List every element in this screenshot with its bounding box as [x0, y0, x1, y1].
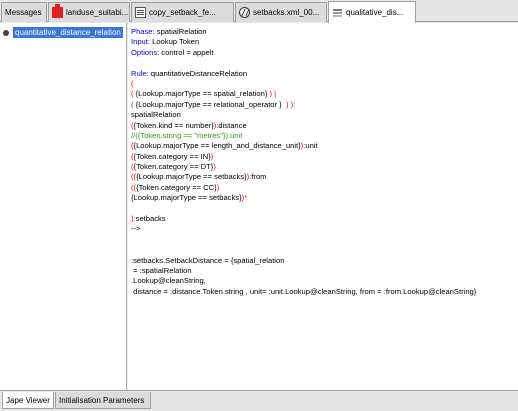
- tab-label: Messages: [5, 8, 42, 17]
- code-token: Phase:: [131, 27, 157, 36]
- code-line: Phase: spatialRelation: [131, 27, 476, 37]
- code-token: {Token.category == CC}: [136, 182, 217, 192]
- code-line: .Lookup@cleanString,: [131, 276, 476, 286]
- code-line: Input: Lookup Token: [131, 37, 476, 47]
- code-token: Options:: [131, 47, 162, 57]
- code-token: {Lookup.majorType == setbacks}: [131, 193, 242, 203]
- code-line: distance = :distance.Token.string , unit…: [131, 287, 476, 297]
- jape-code-view[interactable]: Phase: spatialRelation Input: Lookup Toke…: [128, 23, 518, 390]
- tab-messages[interactable]: Messages: [1, 2, 47, 22]
- code-line: :setbacks.SetbackDistance = {spatial_rel…: [131, 256, 476, 266]
- jape-icon: [332, 7, 343, 18]
- tab-jape-viewer[interactable]: Jape Viewer: [2, 392, 54, 409]
- code-line: //({Token.string == "metres"}):unit: [131, 131, 476, 141]
- tab-label: Jape Viewer: [6, 395, 50, 405]
- code-token: Rule:: [131, 68, 151, 78]
- code-token: {Token.category == IN}: [133, 151, 211, 161]
- code-line: (({Token.category == CC}): [131, 183, 476, 193]
- code-token: Lookup Token: [152, 37, 200, 47]
- code-line: (: [131, 79, 476, 89]
- document-icon: [135, 7, 146, 18]
- code-token: //({Token.string == "metres"}):unit: [131, 130, 243, 140]
- tab-label: setbacks.xml_00...: [253, 8, 320, 17]
- code-token: ) |: [267, 89, 277, 99]
- code-token: ): [210, 151, 214, 161]
- code-line: = :spatialRelation: [131, 266, 476, 276]
- code-text: Phase: spatialRelation Input: Lookup Toke…: [131, 27, 476, 297]
- code-token: quantitativeDistanceRelation: [150, 68, 248, 78]
- tree-item-label: quantitative_distance_relation: [13, 27, 123, 38]
- code-line: ):setbacks: [131, 214, 476, 224]
- tab-setbacks-xml[interactable]: setbacks.xml_00...: [235, 2, 327, 22]
- code-line: Options: control = appelt: [131, 48, 476, 58]
- code-line: Rule: quantitativeDistanceRelation: [131, 69, 476, 79]
- xml-icon: [239, 7, 250, 18]
- code-token: {Token.category == DT}: [133, 162, 214, 172]
- code-token: -->: [131, 224, 141, 234]
- tab-copy-setback[interactable]: copy_setback_fe...: [131, 2, 234, 22]
- code-token: control = appelt: [161, 47, 214, 57]
- tab-label: copy_setback_fe...: [149, 8, 216, 17]
- code-line: spatialRelation: [131, 110, 476, 120]
- code-token: :setbacks.SetbackDistance = {spatial_rel…: [131, 255, 285, 265]
- landuse-icon: [52, 4, 63, 18]
- tree-item[interactable]: quantitative_distance_relation: [3, 27, 123, 38]
- code-token: = :spatialRelation: [131, 265, 192, 275]
- code-token: spatialRelation: [156, 27, 207, 36]
- code-token: ): [213, 162, 216, 172]
- code-token: (: [131, 78, 134, 88]
- code-line: ( {Lookup.majorType == spatial_relation}…: [131, 89, 476, 99]
- viewer-tab-bar: Jape Viewer Initialisation Parameters: [0, 390, 518, 411]
- code-token: ) ):: [281, 99, 296, 109]
- tab-landuse[interactable]: landuse_suitabi...: [48, 2, 130, 22]
- code-token: distance: [218, 120, 247, 130]
- code-token: Input:: [131, 37, 153, 47]
- code-token: {Token.kind == number}: [133, 120, 214, 130]
- tab-initialisation-parameters[interactable]: Initialisation Parameters: [55, 392, 151, 409]
- code-token: {Lookup.majorType == length_and_distance…: [133, 141, 301, 151]
- code-line: {Lookup.majorType == setbacks})*: [131, 193, 476, 203]
- code-token: .Lookup@cleanString,: [131, 276, 206, 286]
- tab-qualitative-distance[interactable]: qualitative_dis...: [328, 1, 416, 23]
- code-token: from: [251, 172, 267, 182]
- code-token: spatialRelation: [131, 110, 181, 120]
- tab-label: Initialisation Parameters: [59, 395, 145, 405]
- editor-tab-bar: Messages landuse_suitabi... copy_setback…: [0, 0, 518, 23]
- code-line: -->: [131, 224, 476, 234]
- bullet-icon: [3, 29, 9, 36]
- code-line: ({Token.category == DT}): [131, 162, 476, 172]
- code-token: {Lookup.majorType == setbacks}: [136, 172, 247, 182]
- code-token: unit: [305, 141, 318, 151]
- tab-label: qualitative_dis...: [346, 8, 404, 17]
- code-line: ( {Lookup.majorType == relational_operat…: [131, 100, 476, 110]
- code-token: {Lookup.majorType == spatial_relation}: [135, 89, 268, 99]
- code-line: ({Token.kind == number}):distance: [131, 121, 476, 131]
- tab-label: landuse_suitabi...: [66, 8, 129, 17]
- code-token: setbacks: [135, 214, 166, 224]
- code-token: distance = :distance.Token.string , unit…: [131, 286, 477, 296]
- rule-tree-panel: quantitative_distance_relation: [0, 23, 127, 390]
- code-line: ({Lookup.majorType == length_and_distanc…: [131, 141, 476, 151]
- code-token: ): [216, 182, 220, 192]
- code-line: ({Token.category == IN}): [131, 152, 476, 162]
- code-line: (({Lookup.majorType == setbacks}):from: [131, 172, 476, 182]
- code-token: {Lookup.majorType == relational_operator…: [135, 99, 282, 109]
- code-token: )*: [241, 193, 248, 203]
